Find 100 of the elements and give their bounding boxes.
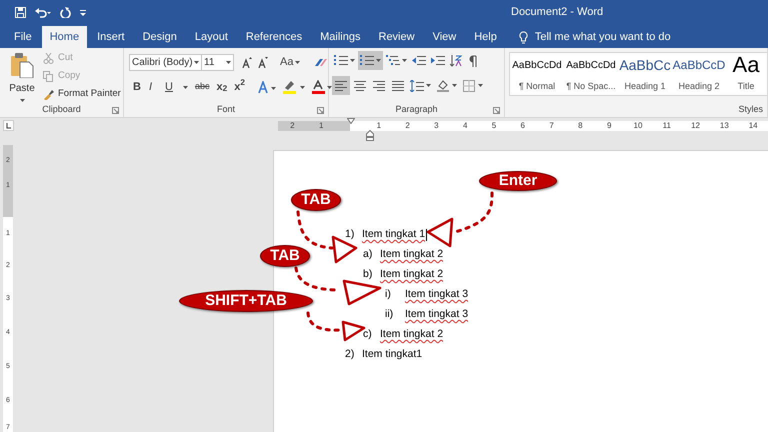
highlighter-icon[interactable] [282, 80, 305, 94]
dotted-arrow [306, 312, 366, 342]
style-option[interactable]: Aa Title [726, 53, 766, 95]
ruler-number: 4 [462, 121, 468, 131]
customize-icon[interactable] [80, 10, 86, 16]
increase-indent-icon [431, 54, 445, 66]
grow-font-icon[interactable] [242, 57, 252, 68]
dialog-launcher-icon[interactable] [317, 107, 324, 114]
eraser-icon[interactable] [314, 57, 328, 68]
paintbrush-icon [43, 89, 54, 100]
format-painter-button[interactable]: Format Painter [43, 88, 121, 101]
undo-icon[interactable] [35, 7, 51, 18]
format-button[interactable]: abc [195, 80, 210, 94]
callout-label: TAB [260, 245, 310, 267]
ribbon-tab[interactable]: Design [134, 26, 185, 48]
caret-icon [426, 84, 431, 87]
style-name: Heading 2 [678, 80, 720, 94]
ruler-number: 1 [376, 121, 382, 131]
list-marker: 1) [345, 227, 356, 242]
ribbon-tab[interactable]: View [424, 26, 464, 48]
caret-icon [402, 59, 407, 62]
clipboard-icon [10, 52, 34, 78]
numbering-button[interactable] [358, 51, 383, 70]
list-item-text: Item tingkat1 [362, 347, 422, 362]
style-preview: AaBbCcDd [512, 58, 562, 73]
ruler-number: 10 [634, 121, 642, 131]
caret-icon[interactable] [183, 86, 188, 88]
style-option[interactable]: AaBbCcDd ¶ Normal [510, 53, 564, 95]
list-marker: i) [385, 287, 392, 302]
center-icon [353, 80, 367, 92]
paste-button[interactable]: Paste [3, 48, 41, 103]
font-size-field[interactable]: 11 [202, 54, 234, 71]
window-title: Document2 - Word [511, 5, 604, 20]
copy-icon [43, 71, 54, 82]
ribbon-tab[interactable]: File [6, 26, 40, 48]
ribbon-tab[interactable]: Layout [186, 26, 236, 48]
ribbon-tab[interactable]: Insert [89, 26, 133, 48]
list-marker: ii) [385, 307, 394, 322]
ribbon-tab[interactable]: Help [466, 26, 505, 48]
pilcrow-icon [467, 54, 479, 66]
format-button[interactable]: I [149, 78, 158, 96]
group-label: Styles [738, 103, 763, 116]
list-item-text: Item tingkat 3 [405, 287, 468, 302]
ruler-number: 11 [662, 121, 671, 131]
format-button[interactable]: x$^{2}$ [234, 78, 245, 96]
ruler-number: 7 [549, 121, 554, 131]
format-button[interactable]: B [133, 78, 142, 96]
caret-icon [20, 99, 24, 102]
dialog-launcher-icon[interactable] [493, 107, 500, 114]
format-button[interactable]: x$_{2}$ [216, 78, 228, 96]
hanging-indent-icon[interactable] [366, 130, 374, 141]
text-effects-icon[interactable] [258, 80, 276, 94]
shrink-font-icon[interactable] [258, 57, 268, 68]
style-name: Title [738, 80, 754, 94]
numbering-icon [360, 54, 374, 66]
caret-icon[interactable] [295, 61, 300, 64]
callout-label: SHIFT+TAB [179, 290, 313, 312]
ruler-number: 9 [606, 121, 612, 131]
caret-icon [350, 59, 355, 62]
change-case-button[interactable]: Aa [280, 54, 300, 71]
style-option[interactable]: AaBbCcDd ¶ No Spac... [564, 53, 618, 95]
list-item-text: Item tingkat 2 [380, 247, 444, 262]
font-name-field[interactable]: Calibri (Body) [129, 54, 202, 71]
save-icon[interactable] [15, 7, 26, 18]
ribbon-tab[interactable]: Mailings [312, 26, 368, 48]
group-label: Paragraph [395, 103, 438, 116]
caret-icon [376, 59, 381, 62]
caret-icon [452, 84, 457, 87]
style-preview: AaBbCcDd [566, 58, 616, 73]
caret-icon [194, 61, 199, 64]
list-item-text: Item tingkat 3 [405, 307, 468, 322]
ruler-number: 2 [290, 121, 295, 131]
align-left-button[interactable] [332, 76, 350, 95]
redo-icon[interactable] [60, 7, 71, 18]
group-label: Font [216, 103, 235, 116]
group-label: Clipboard [42, 103, 81, 116]
style-option[interactable]: AaBbCcD Heading 2 [672, 53, 726, 95]
list-item-text: Item tingkat 2 [380, 327, 444, 342]
dialog-launcher-icon[interactable] [112, 107, 119, 114]
list-item-text: Item tingkat 1 [362, 227, 426, 242]
format-button[interactable]: U [165, 78, 174, 96]
list-marker: b) [363, 267, 374, 282]
font-color-icon[interactable] [312, 80, 332, 94]
ruler-number: 13 [720, 121, 729, 131]
search-field[interactable]: Tell me what you want to do [534, 28, 685, 46]
multilevel-list-icon [386, 54, 400, 66]
line-spacing-icon [410, 80, 424, 92]
lightbulb-icon[interactable] [518, 30, 528, 44]
align-left-icon [334, 80, 348, 92]
shading-icon [436, 80, 450, 92]
tab-selector-icon[interactable] [3, 120, 14, 131]
justify-icon [391, 80, 405, 92]
ruler-number: 5 [492, 121, 496, 131]
decrease-indent-icon [412, 54, 426, 66]
ribbon-tab[interactable]: Home [42, 26, 88, 48]
ribbon-tab[interactable]: Review [370, 26, 423, 48]
style-option[interactable]: AaBbCc Heading 1 [618, 53, 672, 95]
ruler-number: 2 [405, 121, 410, 131]
ribbon-tab[interactable]: References [238, 26, 310, 48]
list-marker: 2) [345, 347, 356, 362]
